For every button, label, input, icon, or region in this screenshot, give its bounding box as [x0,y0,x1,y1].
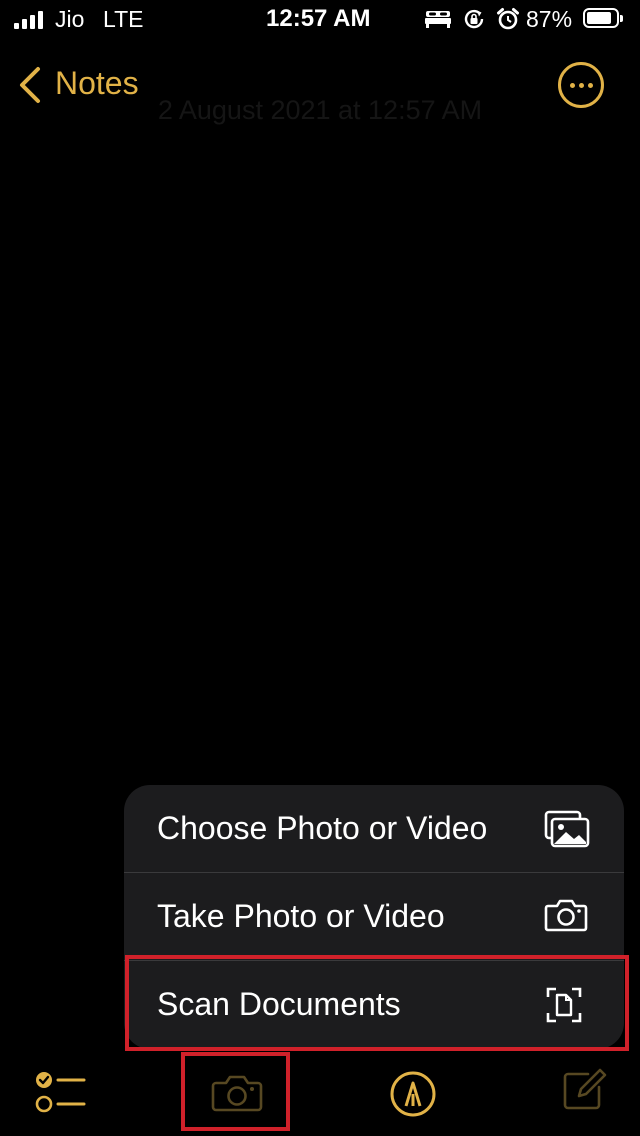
status-time: 12:57 AM [266,5,371,32]
more-options-button[interactable] [558,62,604,108]
menu-item-label: Choose Photo or Video [157,810,488,846]
status-icons [424,7,520,31]
status-bar: Jio LTE 12:57 AM 87% [0,0,640,40]
scan-documents-highlight [125,955,629,1051]
note-date: 2 August 2021 at 12:57 AM [157,95,483,125]
menu-item-take-photo[interactable]: Take Photo or Video [124,873,624,961]
battery-icon [583,8,623,28]
orientation-lock-icon [464,9,484,29]
bed-icon [425,11,451,28]
menu-item-choose-photo[interactable]: Choose Photo or Video [124,785,624,873]
menu-item-label: Take Photo or Video [157,898,445,934]
compose-button[interactable] [562,1068,608,1119]
markup-pen-icon [390,1071,436,1117]
alarm-icon [497,8,519,30]
network-type: LTE [103,6,144,32]
battery-percent: 87% [526,6,573,32]
checklist-button[interactable] [34,1068,86,1121]
markup-button[interactable] [389,1070,437,1123]
checklist-icon [35,1072,86,1113]
compose-icon [563,1068,607,1110]
cellular-signal-icon [14,11,43,29]
camera-button-highlight [181,1052,290,1131]
carrier-name: Jio [55,6,85,32]
camera-icon [544,899,588,932]
photo-library-icon [544,810,590,848]
